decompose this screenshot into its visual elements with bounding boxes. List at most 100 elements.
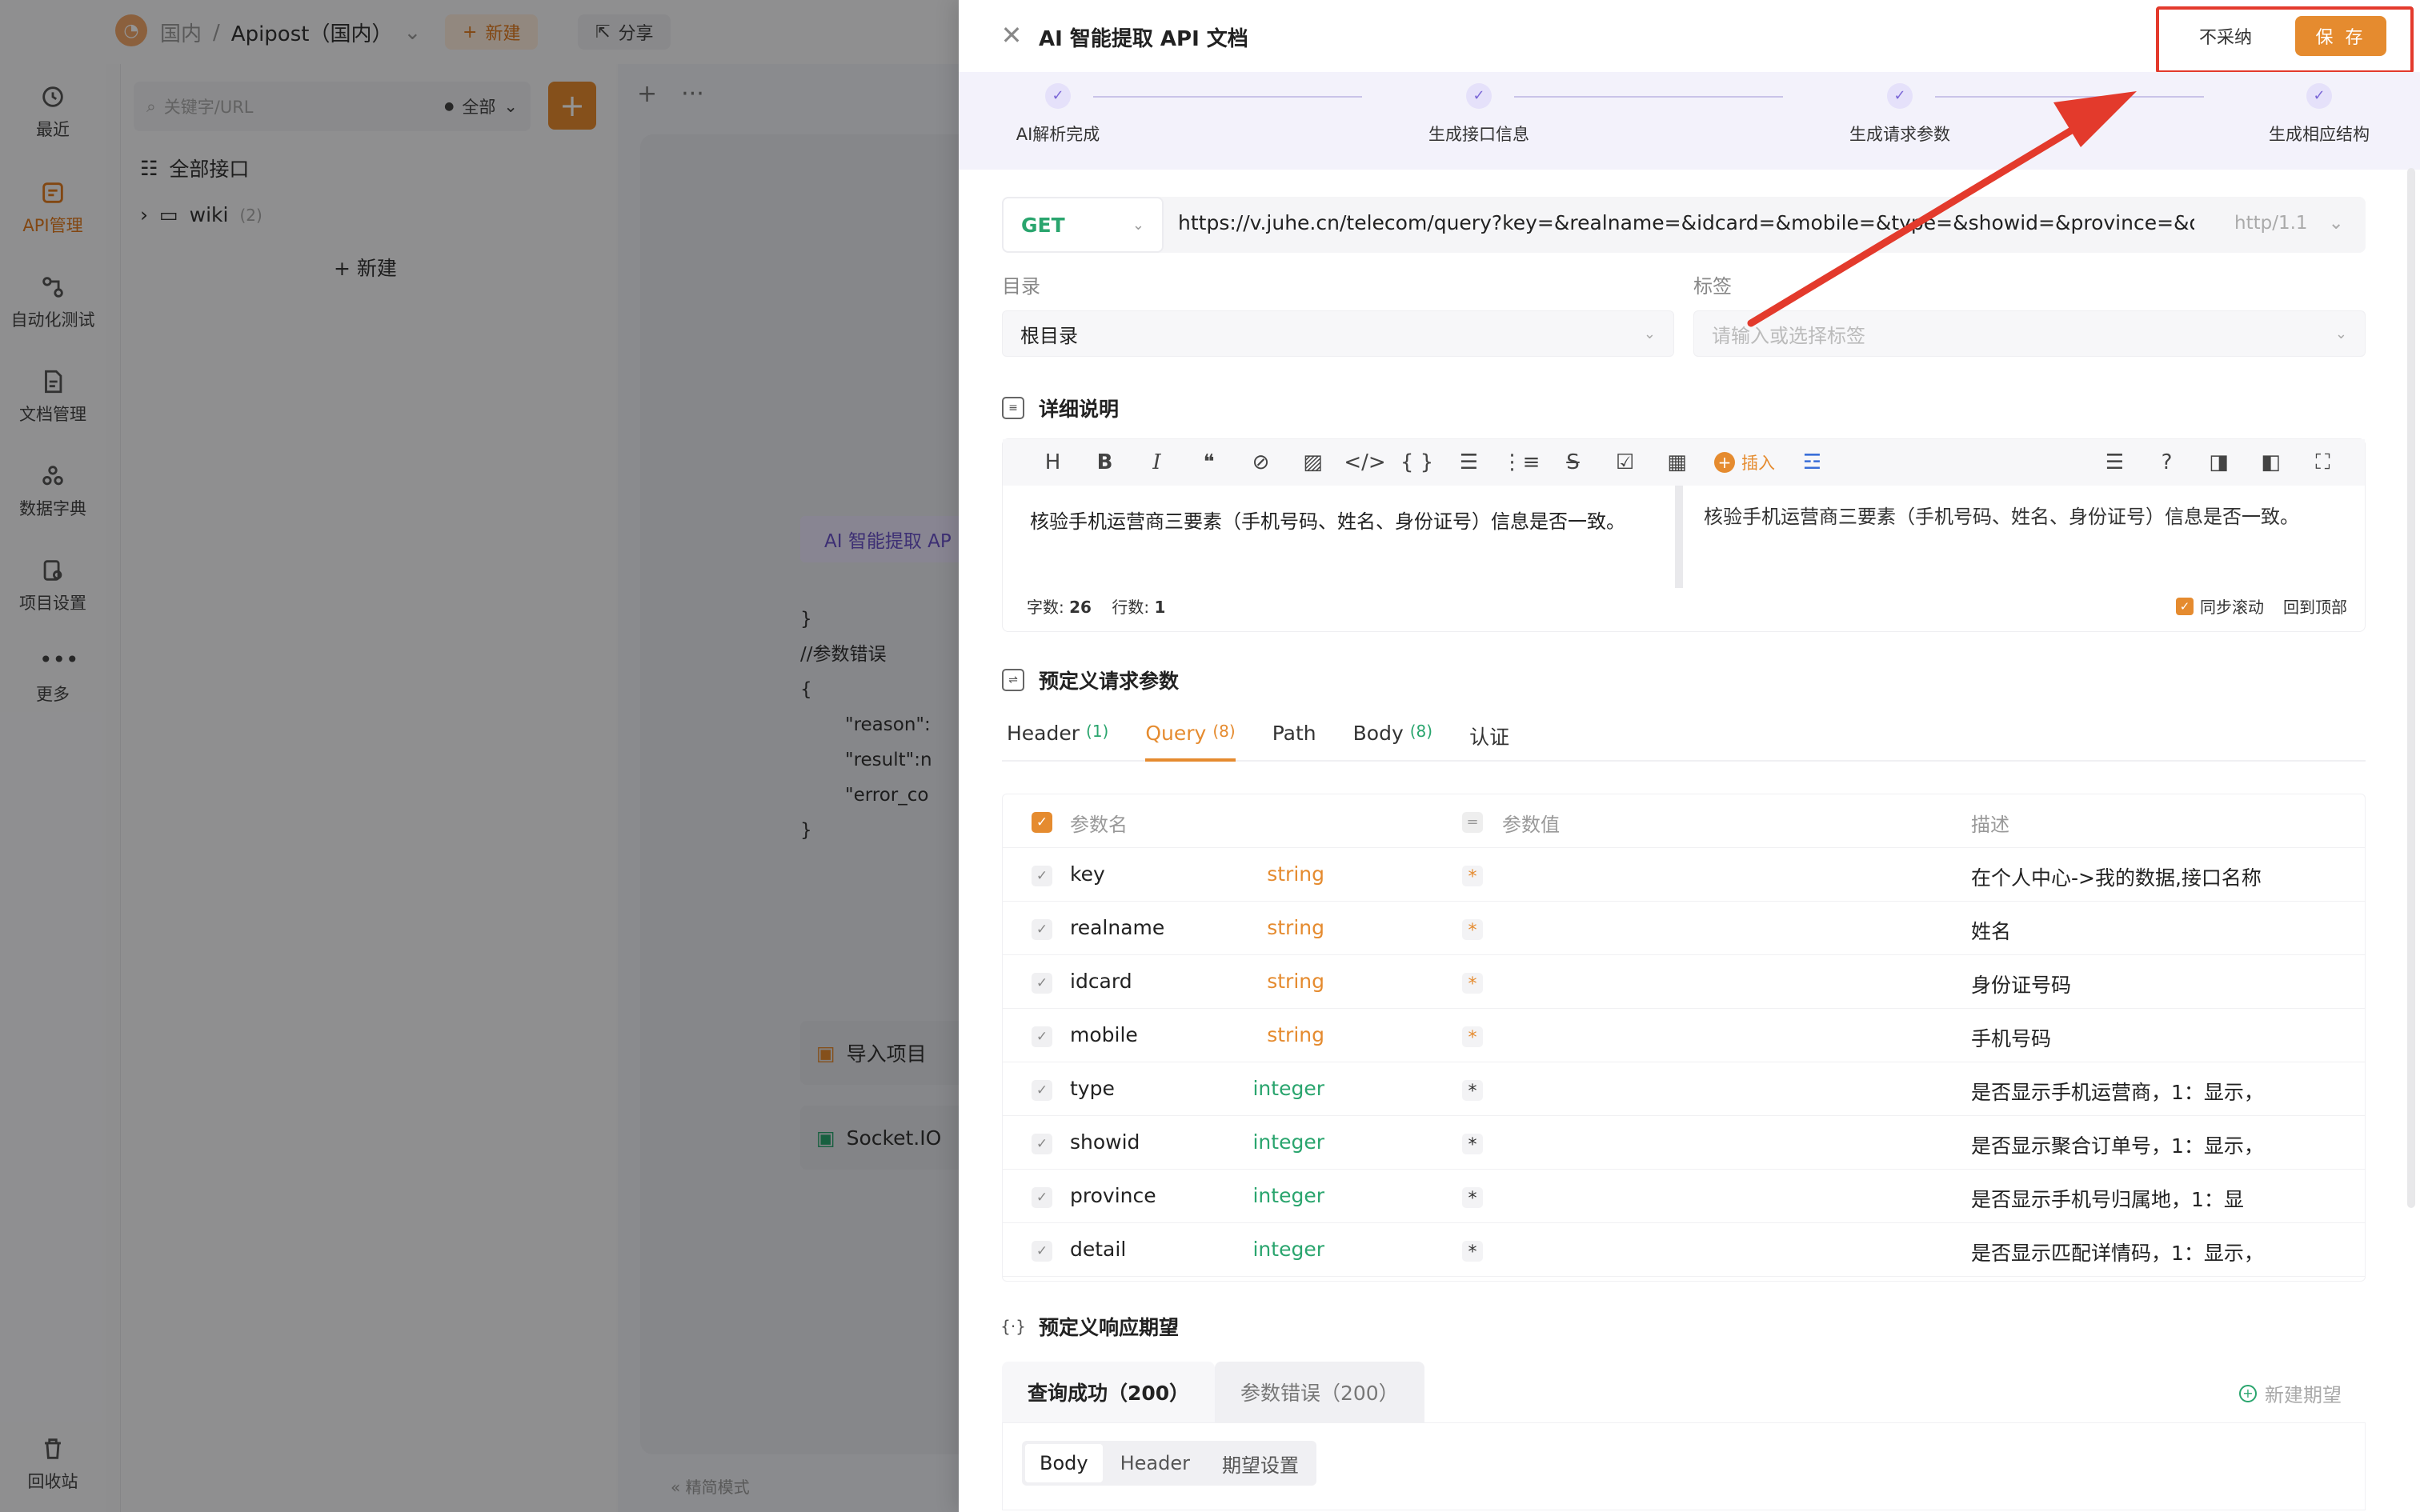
preview-left-icon[interactable]: ◧: [2245, 439, 2297, 486]
param-name[interactable]: detail: [1070, 1238, 1126, 1261]
required-asterisk-icon[interactable]: *: [1462, 1241, 1483, 1262]
method-select[interactable]: GET ⌄: [1002, 197, 1164, 253]
row-checkbox[interactable]: ✓: [1032, 1080, 1052, 1101]
table-row[interactable]: ✓ type integer * 是否显示手机运营商，1：显示，: [1003, 1062, 2365, 1116]
select-all-checkbox[interactable]: ✓: [1032, 812, 1052, 833]
heading-icon[interactable]: H: [1027, 439, 1079, 486]
tab-param-error[interactable]: 参数错误（200）: [1215, 1362, 1424, 1422]
tab-body[interactable]: Body (8): [1353, 714, 1432, 762]
required-asterisk-icon[interactable]: *: [1462, 866, 1483, 886]
required-asterisk-icon[interactable]: *: [1462, 1187, 1483, 1208]
table-icon[interactable]: ▦: [1651, 439, 1703, 486]
code-block-icon[interactable]: { }: [1391, 439, 1443, 486]
reject-button[interactable]: 不采纳: [2175, 16, 2276, 56]
row-checkbox[interactable]: ✓: [1032, 1026, 1052, 1047]
required-asterisk-icon[interactable]: *: [1462, 1080, 1483, 1101]
param-name[interactable]: idcard: [1070, 970, 1132, 993]
image-icon[interactable]: ▨: [1287, 439, 1339, 486]
save-button[interactable]: 保 存: [2295, 16, 2386, 56]
param-name[interactable]: province: [1070, 1184, 1156, 1207]
tab-query[interactable]: Query (8): [1145, 714, 1235, 762]
chevron-down-icon: ⌄: [2335, 326, 2347, 342]
toc-icon[interactable]: ☲: [1786, 439, 1838, 486]
param-type[interactable]: string: [1267, 916, 1324, 939]
modal-overlay[interactable]: [0, 0, 959, 1512]
step-label: 生成请求参数: [1820, 122, 1980, 146]
param-type[interactable]: string: [1267, 970, 1324, 993]
fullscreen-icon[interactable]: ⛶: [2297, 439, 2349, 486]
param-name[interactable]: mobile: [1070, 1023, 1138, 1046]
editor-view-controls: ☰ ? ◨ ◧ ⛶: [2089, 439, 2349, 486]
checkbox-icon[interactable]: ☑: [1599, 439, 1651, 486]
param-name[interactable]: realname: [1070, 916, 1164, 939]
param-type[interactable]: integer: [1252, 1130, 1324, 1154]
param-type[interactable]: integer: [1252, 1184, 1324, 1207]
close-icon[interactable]: ✕: [997, 21, 1026, 50]
param-desc[interactable]: 是否显示手机号归属地，1：显: [1971, 1184, 2244, 1213]
param-desc[interactable]: 在个人中心->我的数据,接口名称: [1971, 862, 2262, 891]
dir-select[interactable]: 根目录 ⌄: [1002, 310, 1674, 357]
required-asterisk-icon[interactable]: *: [1462, 973, 1483, 994]
subtab-body[interactable]: Body: [1025, 1444, 1103, 1482]
required-asterisk-icon[interactable]: *: [1462, 919, 1483, 940]
required-asterisk-icon[interactable]: *: [1462, 1026, 1483, 1047]
param-desc[interactable]: 姓名: [1971, 916, 2011, 945]
doc-view-icon[interactable]: ☰: [2089, 439, 2141, 486]
bullet-list-icon[interactable]: ☰: [1443, 439, 1495, 486]
param-desc[interactable]: 是否显示聚合订单号，1：显示，: [1971, 1130, 2264, 1159]
chevron-down-icon: ⌄: [1644, 326, 1656, 342]
editor-textarea[interactable]: 核验手机运营商三要素（手机号码、姓名、身份证号）信息是否一致。: [1030, 506, 1638, 537]
row-checkbox[interactable]: ✓: [1032, 1241, 1052, 1262]
param-desc[interactable]: 身份证号码: [1971, 970, 2071, 998]
drawer-scrollbar[interactable]: [2407, 168, 2415, 1208]
row-checkbox[interactable]: ✓: [1032, 973, 1052, 994]
ordered-list-icon[interactable]: ⋮≡: [1495, 439, 1547, 486]
table-row[interactable]: ✓ detail integer * 是否显示匹配详情码，1：显示，: [1003, 1223, 2365, 1277]
sync-scroll-toggle[interactable]: ✓ 同步滚动: [2176, 594, 2264, 618]
row-checkbox[interactable]: ✓: [1032, 1187, 1052, 1208]
editor-splitter[interactable]: [1675, 486, 1683, 588]
tab-auth[interactable]: 认证: [1469, 714, 1509, 762]
param-name[interactable]: key: [1070, 862, 1105, 886]
line-count: 1: [1155, 598, 1166, 617]
back-to-top-link[interactable]: 回到顶部: [2283, 594, 2347, 618]
required-asterisk-icon[interactable]: *: [1462, 1134, 1483, 1154]
bold-icon[interactable]: B: [1079, 439, 1131, 486]
param-type[interactable]: integer: [1252, 1077, 1324, 1100]
table-row[interactable]: ✓ mobile string * 手机号码: [1003, 1009, 2365, 1062]
table-row[interactable]: ✓ showid integer * 是否显示聚合订单号，1：显示，: [1003, 1116, 2365, 1170]
param-type[interactable]: integer: [1252, 1238, 1324, 1261]
param-name[interactable]: showid: [1070, 1130, 1140, 1154]
col-desc: 描述: [1971, 809, 2009, 837]
param-desc[interactable]: 手机号码: [1971, 1023, 2051, 1052]
row-checkbox[interactable]: ✓: [1032, 1134, 1052, 1154]
table-row[interactable]: ✓ realname string * 姓名: [1003, 902, 2365, 955]
subtab-expect-settings[interactable]: 期望设置: [1208, 1444, 1313, 1482]
code-icon[interactable]: </>: [1339, 439, 1391, 486]
param-desc[interactable]: 是否显示匹配详情码，1：显示，: [1971, 1238, 2264, 1266]
quote-icon[interactable]: ❝: [1183, 439, 1235, 486]
param-name[interactable]: type: [1070, 1077, 1115, 1100]
url-input[interactable]: https://v.juhe.cn/telecom/query?key=&rea…: [1178, 211, 2194, 234]
table-row[interactable]: ✓ province integer * 是否显示手机号归属地，1：显: [1003, 1170, 2365, 1223]
tab-path[interactable]: Path: [1272, 714, 1316, 762]
help-icon[interactable]: ?: [2141, 439, 2193, 486]
param-type[interactable]: string: [1267, 1023, 1324, 1046]
tab-query-success[interactable]: 查询成功（200）: [1002, 1362, 1215, 1422]
protocol-select[interactable]: http/1.1 ⌄: [2234, 213, 2344, 234]
preview-right-icon[interactable]: ◨: [2193, 439, 2245, 486]
tag-select[interactable]: 请输入或选择标签 ⌄: [1693, 310, 2366, 357]
new-expectation-button[interactable]: + 新建期望: [2239, 1379, 2342, 1407]
strikethrough-icon[interactable]: S: [1547, 439, 1599, 486]
tab-header[interactable]: Header (1): [1007, 714, 1108, 762]
param-desc[interactable]: 是否显示手机运营商，1：显示，: [1971, 1077, 2264, 1106]
table-row[interactable]: ✓ key string * 在个人中心->我的数据,接口名称: [1003, 848, 2365, 902]
link-icon[interactable]: ⊘: [1235, 439, 1287, 486]
param-type[interactable]: string: [1267, 862, 1324, 886]
row-checkbox[interactable]: ✓: [1032, 919, 1052, 940]
insert-button[interactable]: + 插入: [1714, 450, 1775, 474]
table-row[interactable]: ✓ idcard string * 身份证号码: [1003, 955, 2365, 1009]
subtab-header[interactable]: Header: [1106, 1444, 1204, 1482]
row-checkbox[interactable]: ✓: [1032, 866, 1052, 886]
italic-icon[interactable]: I: [1131, 439, 1183, 486]
